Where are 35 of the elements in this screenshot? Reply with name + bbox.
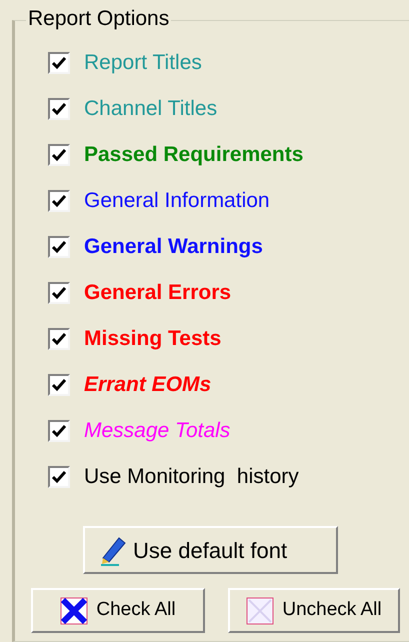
uncheck-all-button[interactable]: Uncheck All bbox=[228, 588, 400, 633]
check-mark-icon bbox=[52, 148, 66, 162]
check-mark-icon bbox=[52, 102, 66, 116]
check-all-button[interactable]: Check All bbox=[31, 588, 205, 633]
option-label: Passed Requirements bbox=[84, 142, 304, 168]
default-font-button[interactable]: Use default font bbox=[83, 526, 338, 574]
check-mark-icon bbox=[52, 470, 66, 484]
check-mark-icon bbox=[52, 332, 66, 346]
option-label: General Information bbox=[84, 188, 270, 214]
check-mark-icon bbox=[52, 378, 66, 392]
faint-cross-icon bbox=[246, 596, 274, 624]
checkbox[interactable] bbox=[48, 328, 70, 350]
checkbox[interactable] bbox=[48, 420, 70, 442]
check-mark-icon bbox=[52, 240, 66, 254]
option-label: Missing Tests bbox=[84, 326, 222, 352]
option-label: Use Monitoring history bbox=[84, 464, 299, 490]
checkbox[interactable] bbox=[48, 190, 70, 212]
checkbox[interactable] bbox=[48, 282, 70, 304]
check-mark-icon bbox=[52, 56, 66, 70]
check-mark-icon bbox=[52, 194, 66, 208]
checkbox[interactable] bbox=[48, 144, 70, 166]
checkbox[interactable] bbox=[48, 98, 70, 120]
checkbox[interactable] bbox=[48, 374, 70, 396]
option-label: General Warnings bbox=[84, 234, 263, 260]
check-mark-icon bbox=[52, 286, 66, 300]
option-label: General Errors bbox=[84, 280, 232, 306]
option-label: Channel Titles bbox=[84, 96, 218, 122]
option-label: Errant EOMs bbox=[84, 372, 212, 398]
check-mark-icon bbox=[52, 424, 66, 438]
option-label: Report Titles bbox=[84, 50, 202, 76]
checkbox[interactable] bbox=[48, 466, 70, 488]
checkbox[interactable] bbox=[48, 236, 70, 258]
option-label: Message Totals bbox=[84, 418, 230, 444]
cross-icon bbox=[60, 596, 88, 624]
checkbox[interactable] bbox=[48, 52, 70, 74]
